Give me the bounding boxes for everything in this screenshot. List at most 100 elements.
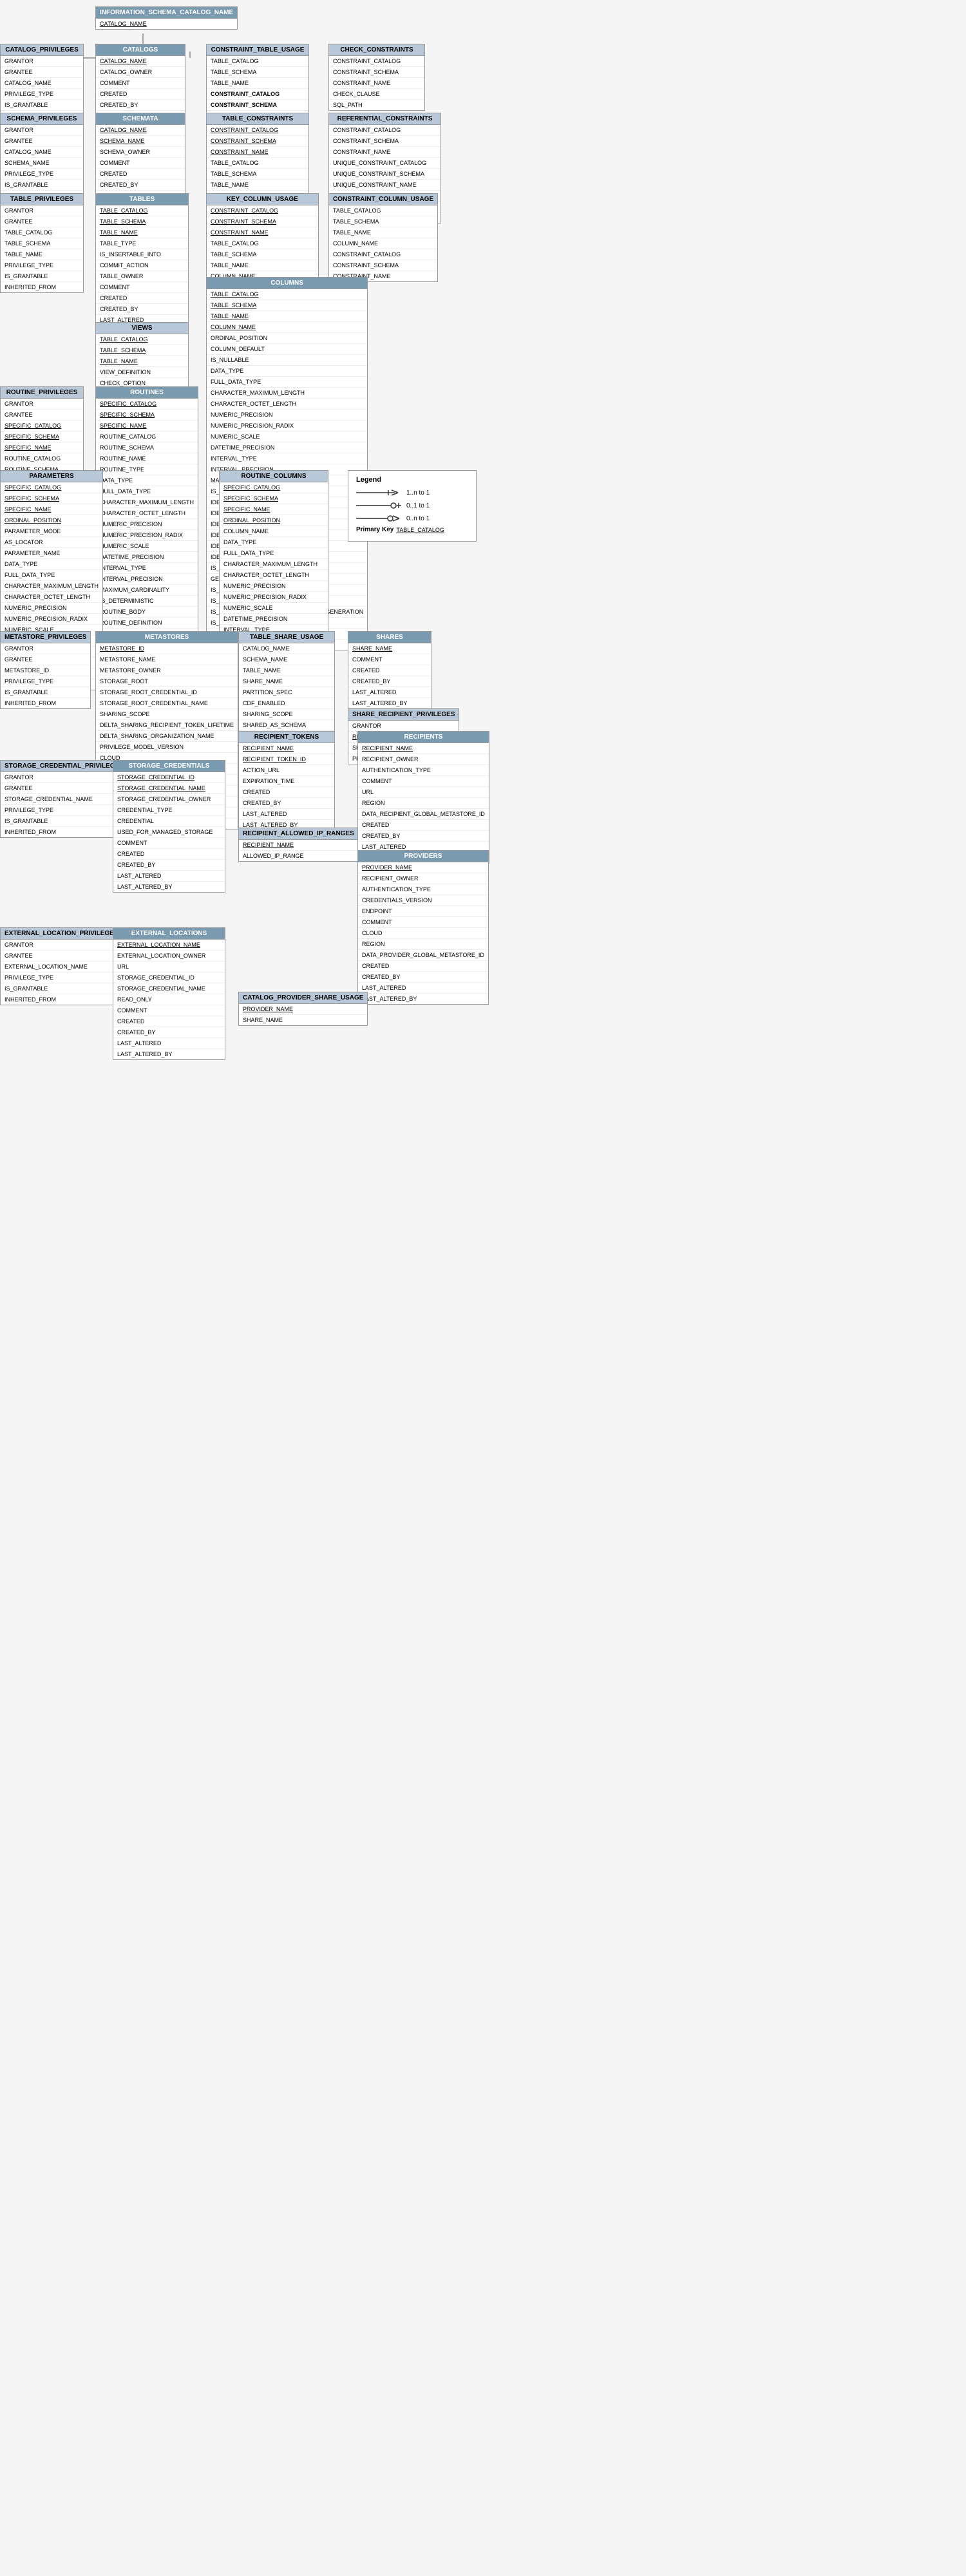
entity-header: REFERENTIAL_CONSTRAINTS (329, 113, 440, 125)
field: CONSTRAINT_NAME (207, 147, 308, 158)
field: IS_GRANTABLE (1, 180, 83, 191)
field: GRANTOR (1, 56, 83, 67)
field: TABLE_NAME (207, 180, 308, 191)
entity-metastore-privileges: METASTORE_PRIVILEGES GRANTOR GRANTEE MET… (0, 631, 91, 709)
field: GRANTOR (1, 399, 83, 410)
field: PRIVILEGE_MODEL_VERSION (96, 742, 238, 753)
field: IS_NULLABLE (207, 355, 367, 366)
entity-header: ROUTINE_PRIVILEGES (1, 387, 83, 399)
field: CHARACTER_OCTET_LENGTH (220, 570, 328, 581)
field: TABLE_NAME (207, 311, 367, 322)
entity-recipient-tokens: RECIPIENT_TOKENS RECIPIENT_NAME RECIPIEN… (238, 731, 335, 831)
field: UNIQUE_CONSTRAINT_SCHEMA (329, 169, 440, 180)
field: COLUMN_NAME (207, 322, 367, 333)
field: IS_GRANTABLE (1, 816, 128, 827)
field: READ_ONLY (113, 994, 225, 1005)
field: DELTA_SHARING_ORGANIZATION_NAME (96, 731, 238, 742)
field: METASTORE_NAME (96, 654, 238, 665)
field: METASTORE_ID (96, 643, 238, 654)
field: INTERVAL_TYPE (96, 563, 198, 574)
entity-header: PROVIDERS (358, 851, 488, 862)
field: INHERITED_FROM (1, 698, 90, 708)
field: DATETIME_PRECISION (96, 552, 198, 563)
field: SHARE_NAME (348, 643, 431, 654)
field: FULL_DATA_TYPE (220, 548, 328, 559)
field: TABLE_NAME (207, 78, 308, 89)
field: SPECIFIC_SCHEMA (96, 410, 198, 421)
field: SPECIFIC_NAME (220, 504, 328, 515)
field: STORAGE_ROOT_CREDENTIAL_ID (96, 687, 238, 698)
field: STORAGE_CREDENTIAL_ID (113, 972, 225, 983)
field: TABLE_SCHEMA (96, 345, 188, 356)
field: LAST_ALTERED_BY (113, 882, 225, 892)
entity-header: SHARES (348, 632, 431, 643)
field: COMMENT (358, 917, 488, 928)
entity-recipients: RECIPIENTS RECIPIENT_NAME RECIPIENT_OWNE… (357, 731, 489, 864)
field: PARAMETER_MODE (1, 526, 102, 537)
field: GRANTEE (1, 951, 122, 961)
entity-header: RECIPIENT_ALLOWED_IP_RANGES (239, 828, 358, 840)
field: SPECIFIC_SCHEMA (1, 431, 83, 442)
entity-recipient-allowed-ip-ranges: RECIPIENT_ALLOWED_IP_RANGES RECIPIENT_NA… (238, 828, 359, 862)
field: CREATED (239, 787, 334, 798)
entity-header: SCHEMATA (96, 113, 185, 125)
field: CREDENTIAL (113, 816, 225, 827)
entity-header: KEY_COLUMN_USAGE (207, 194, 318, 205)
legend-item-zero-one-to-one: 0..1 to 1 (356, 500, 468, 511)
field: SPECIFIC_NAME (96, 421, 198, 431)
field: PROVIDER_NAME (358, 862, 488, 873)
field: GRANTOR (1, 940, 122, 951)
field: GRANTEE (1, 654, 90, 665)
field: TABLE_SCHEMA (207, 300, 367, 311)
field: PRIVILEGE_TYPE (1, 972, 122, 983)
entity-header: CATALOG_PROVIDER_SHARE_USAGE (239, 992, 367, 1004)
entity-table-privileges: TABLE_PRIVILEGES GRANTOR GRANTEE TABLE_C… (0, 193, 84, 293)
field: TABLE_NAME (96, 356, 188, 367)
field: CHARACTER_MAXIMUM_LENGTH (220, 559, 328, 570)
field: ROUTINE_SCHEMA (96, 442, 198, 453)
entity-constraint-table-usage: CONSTRAINT_TABLE_USAGE TABLE_CATALOG TAB… (206, 44, 309, 122)
entity-header: RECIPIENT_TOKENS (239, 732, 334, 743)
field: ROUTINE_CATALOG (1, 453, 83, 464)
field: CREATED_BY (358, 831, 489, 842)
field: STORAGE_ROOT (96, 676, 238, 687)
field: COMMENT (348, 654, 431, 665)
diagram-container: INFORMATION_SCHEMA_CATALOG_NAME CATALOG_… (0, 0, 966, 2576)
field: SPECIFIC_CATALOG (220, 482, 328, 493)
field: CREATED (113, 849, 225, 860)
field: COMMENT (96, 282, 188, 293)
field: CHARACTER_MAXIMUM_LENGTH (1, 581, 102, 592)
field: GRANTOR (1, 125, 83, 136)
field: TABLE_SCHEMA (1, 238, 83, 249)
entity-header: RECIPIENTS (358, 732, 489, 743)
field: METASTORE_OWNER (96, 665, 238, 676)
entity-information-schema-catalog-name: INFORMATION_SCHEMA_CATALOG_NAME CATALOG_… (95, 6, 238, 30)
field: GRANTEE (1, 216, 83, 227)
field: FULL_DATA_TYPE (207, 377, 367, 388)
field: TABLE_TYPE (96, 238, 188, 249)
field: ROUTINE_NAME (96, 453, 198, 464)
entity-external-location-privileges: EXTERNAL_LOCATION_PRIVILEGES GRANTOR GRA… (0, 927, 123, 1005)
field: CHARACTER_OCTET_LENGTH (96, 508, 198, 519)
field: TABLE_CATALOG (207, 238, 318, 249)
field: RECIPIENT_NAME (239, 840, 358, 851)
field: GRANTOR (1, 205, 83, 216)
field: EXTERNAL_LOCATION_OWNER (113, 951, 225, 961)
entity-header: TABLES (96, 194, 188, 205)
field: UNIQUE_CONSTRAINT_CATALOG (329, 158, 440, 169)
field: EXTERNAL_LOCATION_NAME (1, 961, 122, 972)
field: ORDINAL_POSITION (1, 515, 102, 526)
field: INHERITED_FROM (1, 282, 83, 292)
field: CDF_ENABLED (239, 698, 334, 709)
field: NUMERIC_SCALE (220, 603, 328, 614)
field: TABLE_OWNER (96, 271, 188, 282)
field: SHARE_NAME (239, 676, 334, 687)
field: CONSTRAINT_SCHEMA (329, 67, 424, 78)
field: GRANTEE (1, 67, 83, 78)
entity-header: CHECK_CONSTRAINTS (329, 44, 424, 56)
entity-header: SHARE_RECIPIENT_PRIVILEGES (348, 709, 459, 721)
field: TABLE_NAME (1, 249, 83, 260)
entity-header: VIEWS (96, 323, 188, 334)
field: GRANTEE (1, 410, 83, 421)
legend-item-primary-key: Primary Key TABLE_CATALOG (356, 526, 468, 533)
